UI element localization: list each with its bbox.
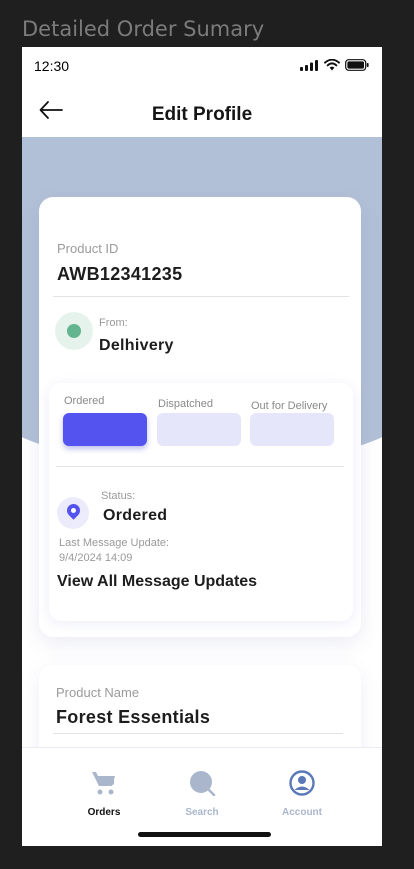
battery-icon <box>345 59 369 71</box>
step-label-out-for-delivery: Out for Delivery <box>251 400 328 412</box>
order-summary-card: Product ID AWB12341235 From: Delhivery O… <box>39 197 361 637</box>
status-label: Status: <box>101 490 136 502</box>
product-name-value: Forest Essentials <box>56 707 211 727</box>
status-pin-icon <box>57 497 89 529</box>
step-dispatched[interactable] <box>157 413 241 446</box>
last-update-label: Last Message Update: <box>59 537 170 549</box>
bottom-tab-bar: Orders Search Account <box>22 747 382 846</box>
product-name-label: Product Name <box>56 685 140 700</box>
page-title: Edit Profile <box>151 104 253 125</box>
step-label-ordered: Ordered <box>64 395 105 407</box>
divider <box>56 466 344 467</box>
view-all-updates-link[interactable]: View All Message Updates <box>57 573 257 591</box>
account-icon <box>289 770 315 796</box>
tracking-panel: Ordered Dispatched Out for Delivery Stat… <box>49 383 353 621</box>
step-ordered[interactable] <box>63 413 147 446</box>
location-dot-icon <box>55 312 93 350</box>
cart-icon <box>92 772 115 795</box>
product-id-value: AWB12341235 <box>57 264 183 284</box>
tab-orders[interactable]: Orders <box>64 770 144 818</box>
divider <box>53 733 343 734</box>
tab-search[interactable]: Search <box>162 770 242 818</box>
app-header: Edit Profile <box>22 85 382 137</box>
status-icons <box>300 59 369 71</box>
status-time: 12:30 <box>34 58 70 74</box>
wifi-icon <box>324 59 340 71</box>
from-label: From: <box>99 317 128 329</box>
status-bar: 12:30 <box>22 47 382 85</box>
tab-account[interactable]: Account <box>262 770 342 818</box>
tab-account-label: Account <box>282 807 322 818</box>
signal-icon <box>300 59 318 71</box>
search-icon <box>190 771 216 797</box>
divider <box>53 296 349 297</box>
last-update-value: 9/4/2024 14:09 <box>59 552 133 564</box>
tab-search-label: Search <box>185 807 219 818</box>
step-label-dispatched: Dispatched <box>158 398 214 410</box>
product-id-label: Product ID <box>57 241 119 256</box>
phone-screen: 12:30 Edit Profile Product ID AWB1234123… <box>22 47 382 846</box>
step-out-for-delivery[interactable] <box>250 413 334 446</box>
tab-orders-label: Orders <box>87 807 121 818</box>
frame-title: Detailed Order Sumary <box>22 17 265 41</box>
status-value: Ordered <box>103 507 168 524</box>
from-value: Delhivery <box>99 337 174 354</box>
home-indicator <box>138 832 271 837</box>
